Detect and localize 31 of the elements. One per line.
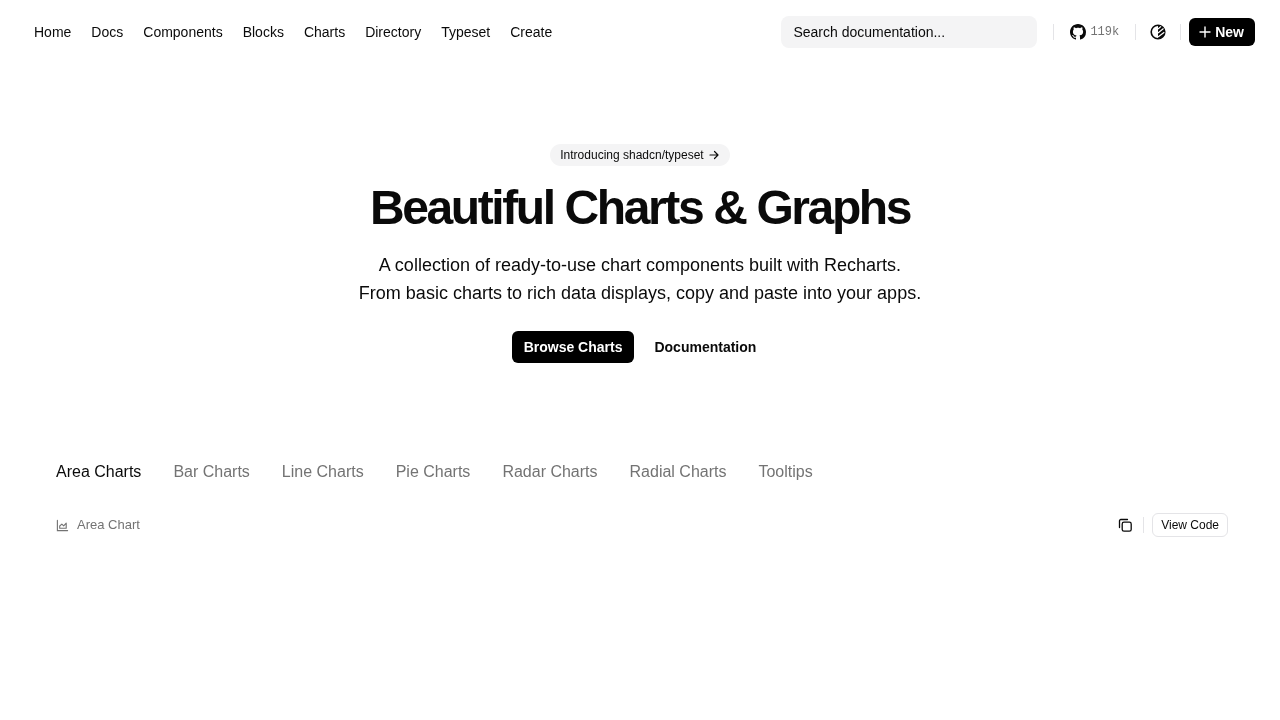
github-stars-link[interactable]: 119k (1062, 17, 1128, 47)
contrast-icon (1150, 24, 1167, 40)
nav-link[interactable]: Directory (355, 16, 432, 48)
chart-tab[interactable]: Bar Charts (173, 460, 250, 484)
nav-link[interactable]: Home (24, 16, 82, 48)
announcement-link[interactable]: Introducing shadcn/typeset (550, 144, 730, 166)
chart-tab[interactable]: Pie Charts (395, 460, 471, 484)
docs-button[interactable]: Documentation (642, 331, 769, 363)
chart-tab[interactable]: Area Charts (56, 460, 142, 484)
chart-tab[interactable]: Line Charts (281, 460, 364, 484)
nav-link[interactable]: Blocks (232, 16, 294, 48)
nav-link[interactable]: Components (133, 16, 233, 48)
hero-title: Beautiful Charts & Graphs (369, 181, 911, 235)
chart-tab[interactable]: Tooltips (758, 460, 813, 484)
browse-button[interactable]: Browse Charts (511, 331, 635, 363)
chart-title: Area Chart (77, 516, 140, 535)
nav-link[interactable]: Typeset (431, 16, 501, 48)
github-icon (1070, 24, 1087, 40)
search-field[interactable]: Search documentation... (781, 16, 1038, 48)
hero-description: A collection of ready-to-use chart components built with Recharts. From basic charts to rich data displays, copy and paste into your apps. (358, 254, 922, 305)
area-chart-icon (56, 518, 69, 532)
nav-link[interactable]: Docs (81, 16, 134, 48)
view-code-button[interactable]: View Code (1152, 513, 1228, 537)
copy-icon (1118, 518, 1133, 532)
arrow-right-icon (707, 149, 720, 161)
nav-link[interactable]: Charts (293, 16, 356, 48)
plus-icon (1199, 26, 1212, 38)
nav-link[interactable]: Create (500, 16, 563, 48)
chart-tab[interactable]: Radial Charts (629, 460, 727, 484)
new-button[interactable]: New (1189, 18, 1255, 46)
chart-tab[interactable]: Radar Charts (502, 460, 598, 484)
